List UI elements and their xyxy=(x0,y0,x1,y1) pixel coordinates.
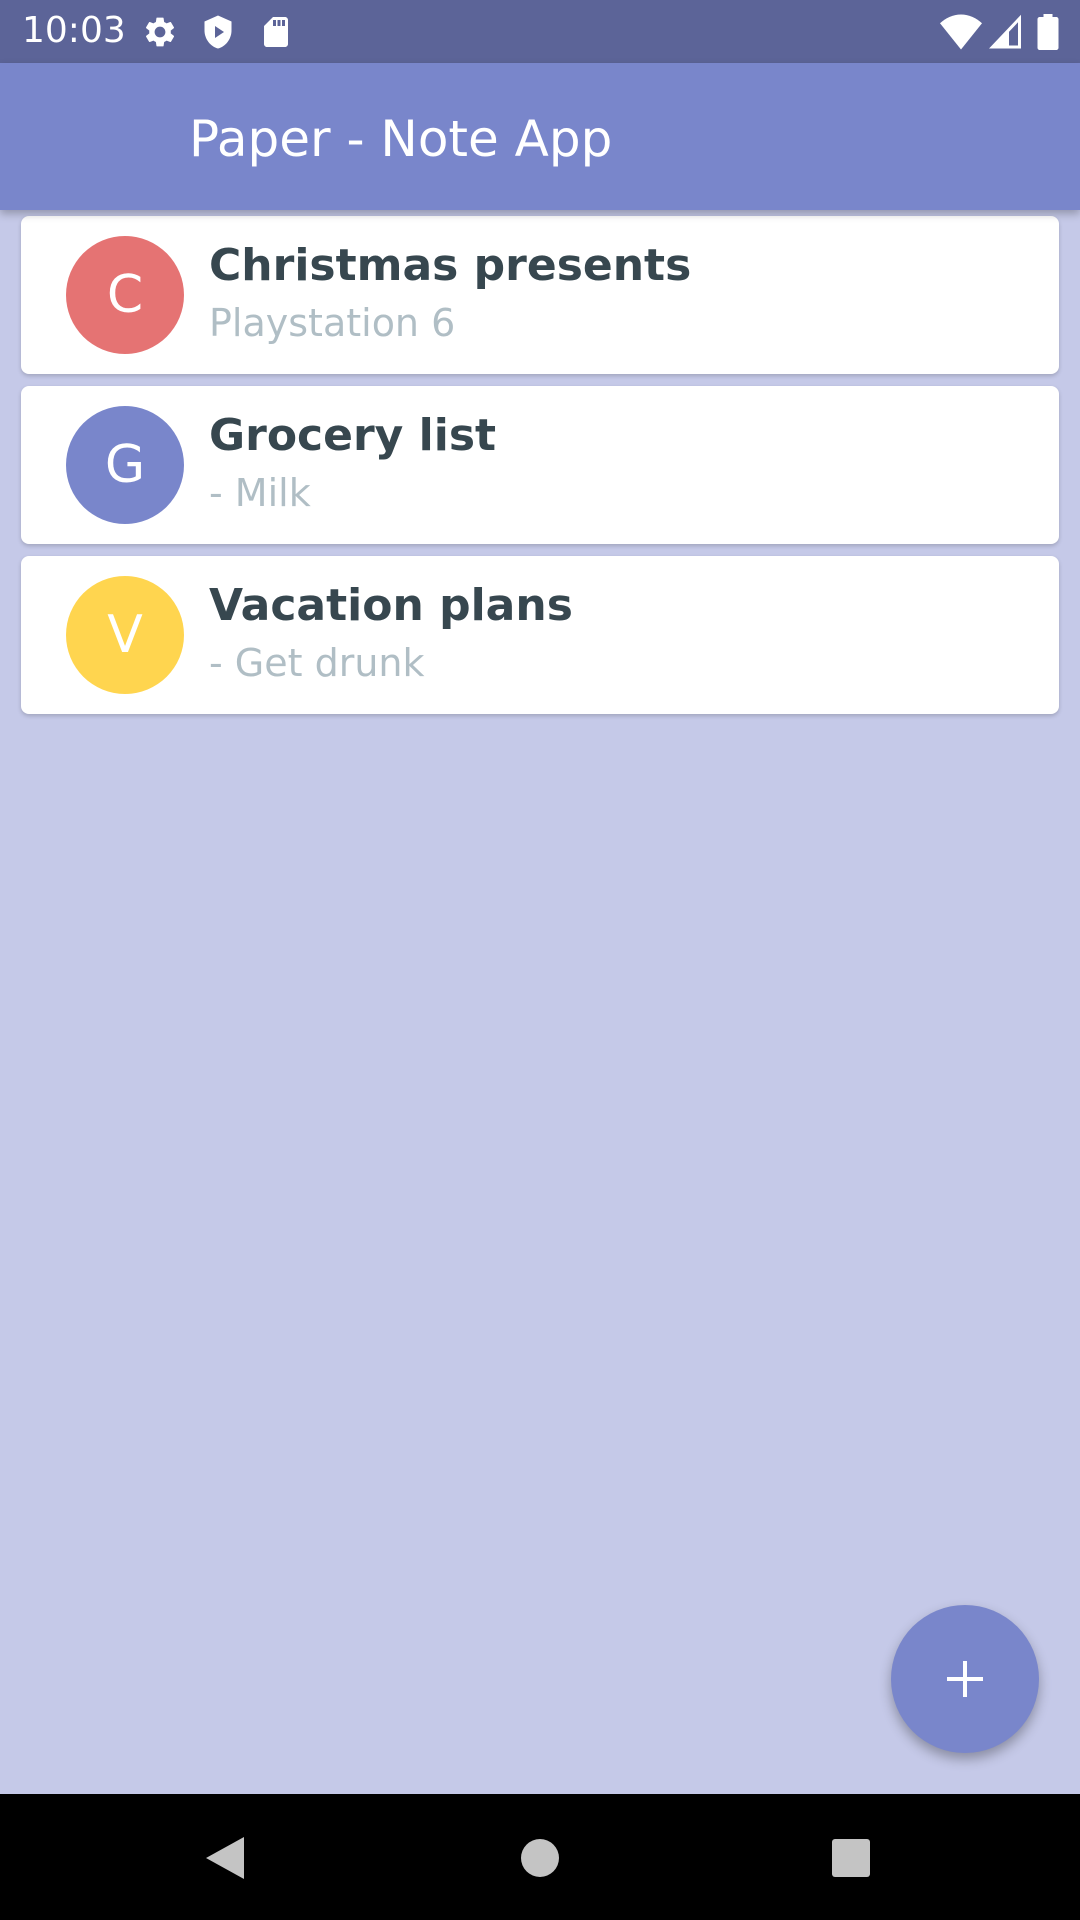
note-card[interactable]: G Grocery list - Milk xyxy=(21,386,1059,544)
recents-button[interactable] xyxy=(811,1818,891,1898)
note-avatar: C xyxy=(66,236,184,354)
battery-icon xyxy=(1036,14,1060,50)
add-note-button[interactable] xyxy=(891,1605,1039,1753)
note-title: Grocery list xyxy=(209,410,497,461)
recents-icon xyxy=(831,1838,871,1878)
plus-icon xyxy=(941,1655,989,1703)
back-icon xyxy=(204,1835,246,1881)
shield-play-icon xyxy=(200,14,236,50)
signal-icon xyxy=(988,14,1024,50)
home-button[interactable] xyxy=(500,1818,580,1898)
note-card[interactable]: V Vacation plans - Get drunk xyxy=(21,556,1059,714)
note-preview: - Get drunk xyxy=(209,641,425,685)
app-bar: Paper - Note App xyxy=(0,63,1080,210)
back-button[interactable] xyxy=(185,1818,265,1898)
wifi-icon xyxy=(940,14,982,50)
note-card[interactable]: C Christmas presents Playstation 6 xyxy=(21,216,1059,374)
note-preview: - Milk xyxy=(209,471,311,515)
sd-card-icon xyxy=(258,14,294,50)
home-icon xyxy=(520,1838,560,1878)
app-title: Paper - Note App xyxy=(189,110,613,168)
note-avatar: V xyxy=(66,576,184,694)
status-time: 10:03 xyxy=(22,10,126,51)
settings-icon xyxy=(142,14,178,50)
status-bar: 10:03 xyxy=(0,0,1080,63)
note-title: Vacation plans xyxy=(209,580,573,631)
notes-list: C Christmas presents Playstation 6 G Gro… xyxy=(21,216,1059,726)
note-title: Christmas presents xyxy=(209,240,692,291)
note-preview: Playstation 6 xyxy=(209,301,456,345)
note-avatar: G xyxy=(66,406,184,524)
